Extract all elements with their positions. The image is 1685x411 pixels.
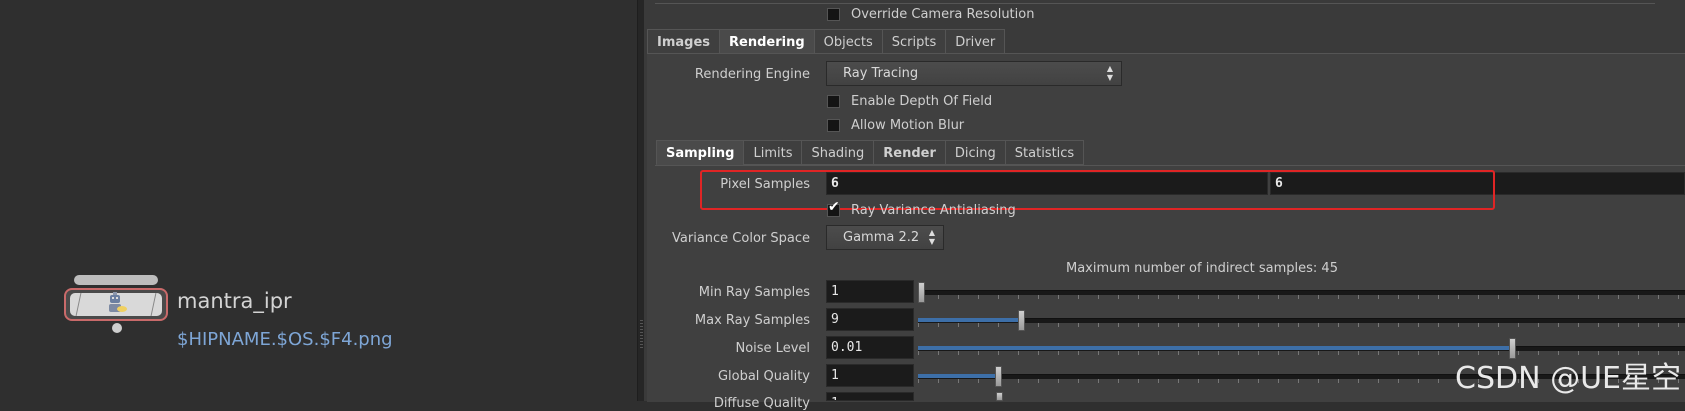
slider-handle[interactable]	[995, 366, 1002, 387]
tab-statistics[interactable]: Statistics	[1004, 140, 1085, 165]
watermark: CSDN @UE星空	[1455, 361, 1681, 396]
global-quality-label: Global Quality	[717, 369, 810, 384]
node-flag-bar[interactable]	[74, 275, 158, 285]
tab-sampling[interactable]: Sampling	[656, 140, 744, 165]
tab-objects[interactable]: Objects	[813, 29, 882, 54]
max-ray-samples-label: Max Ray Samples	[694, 313, 810, 328]
tab-shading[interactable]: Shading	[801, 140, 874, 165]
slider-fill	[918, 318, 1018, 322]
allow-motion-blur-checkbox[interactable]	[827, 119, 840, 132]
diffuse-quality-label: Diffuse Quality	[713, 396, 810, 411]
max-ray-samples-field[interactable]: 9	[826, 308, 914, 331]
noise-level-slider[interactable]	[918, 338, 1685, 359]
allow-motion-blur-label: Allow Motion Blur	[851, 118, 965, 133]
checkmark-icon: ✔	[828, 199, 840, 215]
tab-rendering[interactable]: Rendering	[719, 29, 814, 54]
diffuse-quality-field[interactable]: 1	[826, 392, 914, 401]
diffuse-quality-slider-handle[interactable]	[996, 392, 1003, 401]
enable-depth-of-field-checkbox[interactable]	[827, 95, 840, 108]
rendering-engine-value: Ray Tracing	[843, 66, 919, 81]
dropdown-arrows-icon: ▲ ▼	[1106, 64, 1113, 82]
slider-fill	[918, 346, 1509, 350]
override-camera-resolution-checkbox[interactable]	[827, 8, 840, 21]
min-ray-samples-slider[interactable]	[918, 282, 1685, 303]
pane-divider[interactable]	[637, 0, 645, 401]
node-name-label[interactable]: mantra_ipr	[177, 289, 292, 313]
node-divider	[75, 293, 82, 316]
global-quality-field[interactable]: 1	[826, 364, 914, 387]
dropdown-arrows-icon: ▲ ▼	[928, 228, 935, 246]
slider-ticks	[918, 295, 1685, 299]
pane-divider-grip[interactable]	[640, 320, 643, 350]
slider-handle[interactable]	[1018, 310, 1025, 331]
max-ray-samples-slider[interactable]	[918, 310, 1685, 331]
top-separator	[655, 0, 1655, 4]
min-ray-samples-label: Min Ray Samples	[698, 285, 810, 300]
main-tab-bar: Images Rendering Objects Scripts Driver	[647, 29, 1006, 54]
sub-tab-bar: Sampling Limits Shading Render Dicing St…	[656, 140, 1085, 165]
enable-depth-of-field-label: Enable Depth Of Field	[851, 94, 993, 109]
tab-limits[interactable]: Limits	[743, 140, 802, 165]
tab-images[interactable]: Images	[647, 29, 720, 54]
noise-level-label: Noise Level	[735, 341, 810, 356]
variance-color-space-dropdown[interactable]: Gamma 2.2 ▲ ▼	[826, 225, 944, 250]
override-camera-resolution-label: Override Camera Resolution	[851, 7, 1035, 22]
highlight-annotation-box	[700, 170, 1495, 210]
tab-dicing[interactable]: Dicing	[944, 140, 1005, 165]
network-view[interactable]: mantra_ipr $HIPNAME.$OS.$F4.png	[0, 0, 637, 401]
mantra-robot-icon	[109, 292, 127, 312]
variance-color-space-label: Variance Color Space	[672, 231, 810, 246]
slider-handle[interactable]	[918, 282, 925, 303]
tab-render[interactable]: Render	[873, 140, 945, 165]
slider-ticks	[918, 323, 1685, 327]
rendering-engine-label: Rendering Engine	[694, 67, 810, 82]
tab-driver[interactable]: Driver	[945, 29, 1006, 54]
variance-color-space-value: Gamma 2.2	[843, 230, 920, 245]
node-output-filename: $HIPNAME.$OS.$F4.png	[177, 329, 393, 350]
max-indirect-samples-note: Maximum number of indirect samples: 45	[1066, 261, 1338, 276]
node-output-connector[interactable]	[112, 323, 122, 333]
slider-fill	[918, 374, 995, 378]
tab-scripts[interactable]: Scripts	[881, 29, 946, 54]
node-divider	[150, 293, 157, 316]
noise-level-field[interactable]: 0.01	[826, 336, 914, 359]
min-ray-samples-field[interactable]: 1	[826, 280, 914, 303]
ray-variance-antialiasing-label: Ray Variance Antialiasing	[851, 203, 1016, 218]
rendering-engine-dropdown[interactable]: Ray Tracing ▲ ▼	[826, 61, 1122, 86]
